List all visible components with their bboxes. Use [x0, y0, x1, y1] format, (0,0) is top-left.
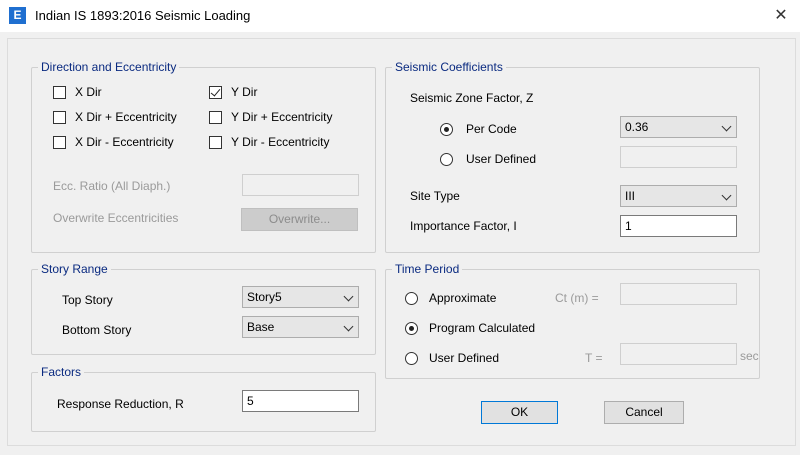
per-code-label: Per Code — [466, 122, 517, 136]
dialog-body: Direction and Eccentricity X Dir X Dir +… — [7, 38, 796, 446]
user-defined-zone-input[interactable] — [620, 146, 737, 168]
zone-factor-value: 0.36 — [625, 120, 649, 134]
sec-label: sec — [740, 349, 759, 363]
seismic-coefficients-group: Seismic Coefficients Seismic Zone Factor… — [385, 60, 760, 253]
x-dir-minus-ecc-checkbox[interactable] — [53, 136, 66, 149]
checkmark-icon — [210, 86, 221, 97]
program-calculated-radio[interactable] — [405, 322, 418, 335]
ecc-ratio-input[interactable] — [242, 174, 359, 196]
program-calculated-label: Program Calculated — [429, 321, 536, 335]
x-dir-plus-ecc-label: X Dir + Eccentricity — [75, 110, 177, 124]
t-input[interactable] — [620, 343, 737, 365]
ecc-ratio-label: Ecc. Ratio (All Diaph.) — [53, 179, 171, 193]
time-period-legend: Time Period — [392, 262, 463, 276]
site-type-label: Site Type — [410, 189, 460, 203]
y-dir-minus-ecc-label: Y Dir - Eccentricity — [231, 135, 330, 149]
title-bar: E Indian IS 1893:2016 Seismic Loading ✕ — [0, 0, 800, 32]
close-icon[interactable]: ✕ — [766, 4, 796, 28]
direction-eccentricity-group: Direction and Eccentricity X Dir X Dir +… — [31, 60, 376, 253]
ok-button[interactable]: OK — [481, 401, 558, 424]
user-defined-period-label: User Defined — [429, 351, 500, 365]
cancel-button[interactable]: Cancel — [604, 401, 684, 424]
zone-factor-select[interactable]: 0.36 — [620, 116, 737, 138]
chevron-down-icon — [721, 190, 732, 201]
x-dir-plus-ecc-checkbox[interactable] — [53, 111, 66, 124]
ct-input[interactable] — [620, 283, 737, 305]
top-story-select[interactable]: Story5 — [242, 286, 359, 308]
time-period-group: Time Period Approximate Ct (m) = Program… — [385, 262, 760, 379]
y-dir-label: Y Dir — [231, 85, 258, 99]
x-dir-checkbox[interactable] — [53, 86, 66, 99]
importance-factor-input[interactable]: 1 — [620, 215, 737, 237]
ct-label: Ct (m) = — [555, 291, 599, 305]
chevron-down-icon — [343, 321, 354, 332]
y-dir-checkbox[interactable] — [209, 86, 222, 99]
approximate-label: Approximate — [429, 291, 497, 305]
y-dir-minus-ecc-checkbox[interactable] — [209, 136, 222, 149]
user-defined-period-radio[interactable] — [405, 352, 418, 365]
overwrite-button[interactable]: Overwrite... — [241, 208, 358, 231]
chevron-down-icon — [721, 121, 732, 132]
factors-group: Factors Response Reduction, R 5 — [31, 365, 376, 432]
etabs-app-icon: E — [9, 7, 26, 24]
user-defined-zone-label: User Defined — [466, 152, 537, 166]
radio-selected-dot — [444, 127, 449, 132]
factors-legend: Factors — [38, 365, 85, 379]
bottom-story-label: Bottom Story — [62, 323, 132, 337]
story-range-legend: Story Range — [38, 262, 111, 276]
t-label: T = — [585, 351, 603, 365]
per-code-radio[interactable] — [440, 123, 453, 136]
response-reduction-input[interactable]: 5 — [242, 390, 359, 412]
importance-factor-label: Importance Factor, I — [410, 219, 517, 233]
x-dir-label: X Dir — [75, 85, 102, 99]
window-title: Indian IS 1893:2016 Seismic Loading — [35, 8, 251, 23]
seismic-zone-label: Seismic Zone Factor, Z — [410, 91, 534, 105]
story-range-group: Story Range Top Story Story5 Bottom Stor… — [31, 262, 376, 355]
x-dir-minus-ecc-label: X Dir - Eccentricity — [75, 135, 174, 149]
top-story-label: Top Story — [62, 293, 113, 307]
direction-eccentricity-legend: Direction and Eccentricity — [38, 60, 180, 74]
approximate-radio[interactable] — [405, 292, 418, 305]
chevron-down-icon — [343, 291, 354, 302]
site-type-select[interactable]: III — [620, 185, 737, 207]
response-reduction-label: Response Reduction, R — [57, 397, 184, 411]
y-dir-plus-ecc-checkbox[interactable] — [209, 111, 222, 124]
radio-selected-dot — [409, 326, 414, 331]
seismic-coefficients-legend: Seismic Coefficients — [392, 60, 506, 74]
bottom-story-select[interactable]: Base — [242, 316, 359, 338]
user-defined-zone-radio[interactable] — [440, 153, 453, 166]
top-story-value: Story5 — [247, 290, 282, 304]
y-dir-plus-ecc-label: Y Dir + Eccentricity — [231, 110, 333, 124]
bottom-story-value: Base — [247, 320, 275, 334]
site-type-value: III — [625, 189, 636, 203]
overwrite-eccentricities-label: Overwrite Eccentricities — [53, 211, 179, 225]
